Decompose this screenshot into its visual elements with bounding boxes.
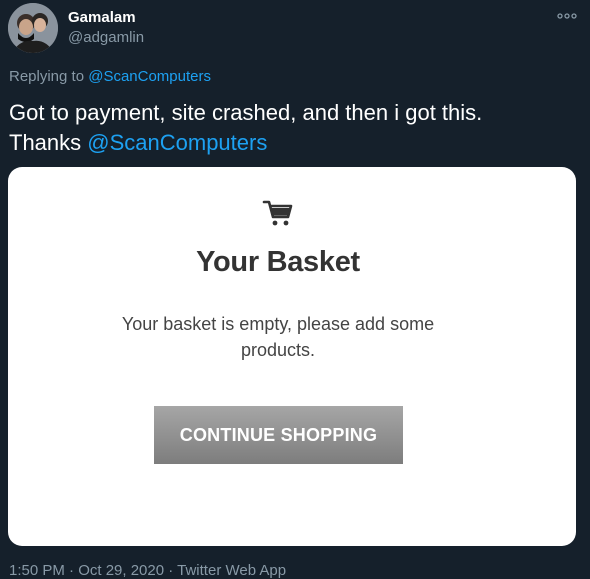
tweet-text-line-1: Got to payment, site crashed, and then i… <box>9 100 483 125</box>
tweet: Gamalam @adgamlin Replying to @ScanCompu… <box>0 0 590 579</box>
shopping-cart-icon <box>262 197 294 229</box>
replying-to-handle-link[interactable]: @ScanComputers <box>88 68 211 85</box>
tweet-timestamp[interactable]: 1:50 PM · Oct 29, 2020 · Twitter Web App <box>9 562 286 579</box>
tweet-text: Got to payment, site crashed, and then i… <box>9 98 579 158</box>
handle[interactable]: @adgamlin <box>68 28 144 47</box>
basket-empty-message: Your basket is empty, please add some pr… <box>121 314 435 360</box>
display-name[interactable]: Gamalam <box>68 9 144 27</box>
mention-link[interactable]: @ScanComputers <box>87 130 267 155</box>
more-options-icon[interactable] <box>556 8 578 24</box>
replying-to-label: Replying to <box>9 68 89 85</box>
avatar[interactable] <box>8 3 58 53</box>
tweet-text-line-2: Thanks @ScanComputers <box>9 128 579 158</box>
basket-title: Your Basket <box>196 246 360 278</box>
replying-to: Replying to @ScanComputers <box>9 68 211 85</box>
attached-image[interactable]: Your Basket Your basket is empty, please… <box>8 167 576 546</box>
continue-shopping-button[interactable]: CONTINUE SHOPPING <box>154 406 403 464</box>
tweet-text-thanks: Thanks <box>9 130 88 155</box>
user-block: Gamalam @adgamlin <box>68 9 144 47</box>
